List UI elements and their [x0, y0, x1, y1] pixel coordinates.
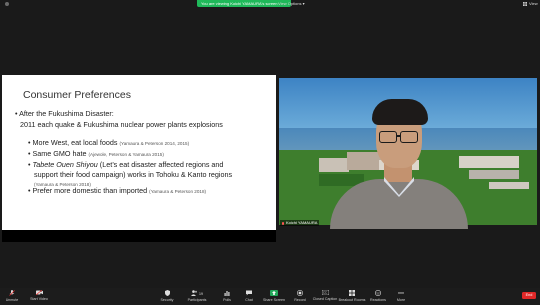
- breakout-rooms-label: Breakout Rooms: [338, 298, 366, 302]
- polls-label: Polls: [223, 298, 231, 302]
- record-icon: [297, 290, 303, 296]
- closed-caption-label: Closed Caption: [312, 297, 338, 301]
- svg-text:CC: CC: [323, 291, 327, 295]
- view-grid-icon: [523, 1, 527, 6]
- closed-caption-icon: CC: [321, 290, 329, 295]
- record-button[interactable]: Record: [289, 290, 311, 303]
- reactions-button[interactable]: Reactions: [367, 290, 389, 303]
- viewing-banner-text: You are viewing Koichi YAMAURA's screen: [201, 1, 278, 6]
- slide-bullet-domestic: • Prefer more domestic than imported (Ya…: [28, 186, 207, 195]
- record-label: Record: [294, 298, 306, 302]
- person-hair: [372, 99, 428, 125]
- start-video-button[interactable]: Start Video: [28, 290, 50, 302]
- view-button[interactable]: View: [523, 0, 538, 7]
- glasses-bridge: [397, 135, 401, 137]
- slide-bullet-after-disaster: • After the Fukushima Disaster:: [15, 109, 114, 118]
- unmute-label: Unmute: [5, 298, 19, 302]
- view-label: View: [529, 1, 538, 6]
- participant-name-label: Koichi YAMAURA: [280, 220, 320, 226]
- glasses-left: [379, 131, 397, 143]
- view-options-button[interactable]: View Options ▾: [278, 0, 305, 7]
- shared-screen-slide: Consumer Preferences • After the Fukushi…: [2, 75, 276, 230]
- unmute-button[interactable]: Unmute: [1, 290, 23, 303]
- microphone-muted-icon: [9, 290, 15, 296]
- security-label: Security: [160, 298, 174, 302]
- more-button[interactable]: More: [390, 290, 412, 303]
- more-dots-icon: [398, 292, 404, 294]
- closed-caption-button[interactable]: CC Closed Caption: [312, 290, 338, 302]
- breakout-rooms-icon: [349, 290, 355, 296]
- start-video-label: Start Video: [30, 297, 48, 301]
- slide-bullet-tabete-ouen: • Tabete Ouen Shiyou (Let’s eat disaster…: [28, 160, 224, 169]
- share-screen-arrow-icon: [270, 290, 278, 296]
- chat-bubble-icon: [246, 290, 252, 296]
- polls-chart-icon: [224, 291, 230, 296]
- chat-label: Chat: [245, 298, 253, 302]
- end-meeting-button[interactable]: End: [522, 292, 536, 299]
- security-button[interactable]: Security: [156, 290, 178, 303]
- slide-subline-quake: 2011 each quake & Fukushima nuclear powe…: [20, 120, 223, 129]
- breakout-rooms-button[interactable]: Breakout Rooms: [338, 290, 366, 303]
- chat-button[interactable]: Chat: [238, 290, 260, 303]
- glasses-right: [400, 131, 418, 143]
- slide-title: Consumer Preferences: [23, 89, 131, 101]
- slide-bottom-bar: [2, 230, 276, 242]
- participants-count: 19: [199, 292, 203, 296]
- video-camera-off-icon: [35, 290, 43, 295]
- slide-bullet-local-foods: • More West, eat local foods (Yamaura & …: [28, 138, 190, 147]
- shield-icon: [164, 290, 170, 296]
- share-screen-label: Share Screen: [263, 298, 285, 302]
- viewing-banner: You are viewing Koichi YAMAURA's screen: [197, 0, 291, 7]
- participants-icon: [191, 290, 198, 296]
- share-screen-button[interactable]: Share Screen: [263, 290, 285, 303]
- muted-mic-icon: [282, 221, 284, 225]
- smiley-reaction-icon: [375, 290, 381, 296]
- participants-label: Participants: [187, 298, 207, 302]
- reactions-label: Reactions: [370, 298, 386, 302]
- participants-button[interactable]: 19 Participants: [186, 290, 208, 303]
- slide-bullet-gmo: • Same GMO hate (Ajewole, Peterson & Yam…: [28, 149, 164, 158]
- polls-button[interactable]: Polls: [216, 290, 238, 303]
- meeting-info-icon[interactable]: [5, 2, 9, 6]
- more-label: More: [396, 298, 406, 302]
- slide-subline-campaign: support their food campaign) works in To…: [34, 170, 233, 179]
